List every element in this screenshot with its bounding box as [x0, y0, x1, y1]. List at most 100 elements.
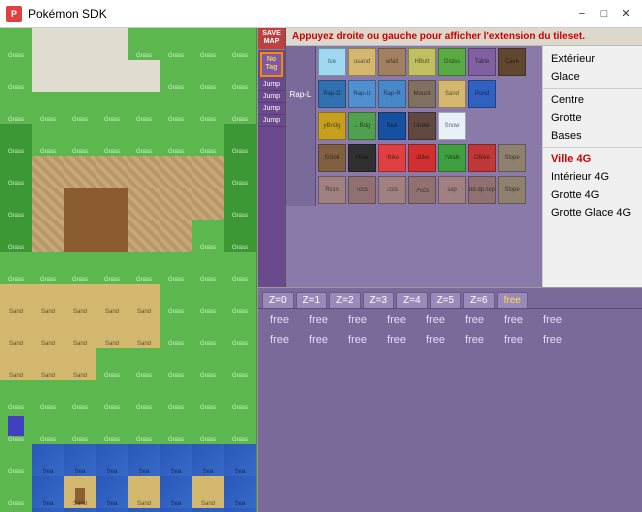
tile-0-2[interactable] — [64, 28, 96, 60]
tile-4-7[interactable]: Grass — [224, 156, 256, 188]
nav-item-6[interactable]: Intérieur 4G — [543, 168, 642, 186]
nav-item-3[interactable]: Grotte — [543, 109, 642, 127]
free-cell-1-1[interactable]: free — [301, 333, 336, 347]
tile-9-2[interactable]: Sand — [64, 316, 96, 348]
z-tab-free[interactable]: free — [497, 292, 528, 308]
tile-15-4[interactable]: Sea — [128, 508, 160, 512]
tile-4-0[interactable]: Grass — [0, 156, 32, 188]
tile-8-6[interactable]: Grass — [192, 284, 224, 316]
nav-item-8[interactable]: Grotte Glace 4G — [543, 204, 642, 222]
nav-item-2[interactable]: Centre — [543, 91, 642, 109]
tile-15-1[interactable]: Sea — [32, 508, 64, 512]
ts-tile-ccs[interactable]: ↓ccs — [378, 176, 406, 204]
tile-1-0[interactable]: Grass — [0, 60, 32, 92]
close-button[interactable]: ✕ — [616, 5, 636, 23]
tile-4-6[interactable] — [192, 156, 224, 188]
tile-14-5[interactable]: Sea — [160, 476, 192, 508]
tile-12-0[interactable]: Grass — [0, 412, 32, 444]
tile-14-1[interactable]: Sea — [32, 476, 64, 508]
tile-6-4[interactable] — [128, 220, 160, 252]
tile-5-3[interactable] — [96, 188, 128, 220]
tile-7-0[interactable]: Grass — [0, 252, 32, 284]
z-tab-2[interactable]: Z=2 — [329, 292, 361, 308]
z-tab-0[interactable]: Z=0 — [262, 292, 294, 308]
tile-0-5[interactable]: Grass — [160, 28, 192, 60]
tile-3-1[interactable]: Grass — [32, 124, 64, 156]
tile-14-4[interactable]: Sand — [128, 476, 160, 508]
ts-tile-ccs[interactable]: ↑ccs — [348, 176, 376, 204]
tile-5-1[interactable] — [32, 188, 64, 220]
ts-tile-wfall[interactable]: wfall — [378, 48, 406, 76]
z-tab-4[interactable]: Z=4 — [396, 292, 428, 308]
tile-10-4[interactable]: Grass — [128, 348, 160, 380]
tile-10-5[interactable]: Grass — [160, 348, 192, 380]
tile-11-7[interactable]: Grass — [224, 380, 256, 412]
ts-tile-bike[interactable]: ↑Bike — [378, 144, 406, 172]
tile-10-3[interactable]: Grass — [96, 348, 128, 380]
tile-8-4[interactable]: Sand — [128, 284, 160, 316]
tile-13-0[interactable]: Grass — [0, 444, 32, 476]
tile-7-1[interactable]: Grass — [32, 252, 64, 284]
tile-14-3[interactable]: Sea — [96, 476, 128, 508]
tile-12-1[interactable]: Grass — [32, 412, 64, 444]
tile-4-4[interactable] — [128, 156, 160, 188]
tile-3-7[interactable]: Grass — [224, 124, 256, 156]
free-cell-1-7[interactable]: free — [535, 333, 570, 347]
tile-15-2[interactable]: Sea — [64, 508, 96, 512]
nav-item-4[interactable]: Bases — [543, 127, 642, 145]
tile-2-1[interactable]: Grass — [32, 92, 64, 124]
tile-7-2[interactable]: Grass — [64, 252, 96, 284]
tile-0-6[interactable]: Grass — [192, 28, 224, 60]
tile-15-0[interactable]: Grass — [0, 508, 32, 512]
tile-1-4[interactable] — [128, 60, 160, 92]
free-cell-0-6[interactable]: free — [496, 313, 531, 327]
tile-2-6[interactable]: Grass — [192, 92, 224, 124]
tile-3-3[interactable]: Grass — [96, 124, 128, 156]
tile-6-3[interactable] — [96, 220, 128, 252]
tile-6-5[interactable] — [160, 220, 192, 252]
free-cell-1-2[interactable]: free — [340, 333, 375, 347]
ts-tile-hbutt[interactable]: HButt — [408, 48, 436, 76]
z-tab-3[interactable]: Z=3 — [363, 292, 395, 308]
z-tab-5[interactable]: Z=5 — [430, 292, 462, 308]
free-cell-1-0[interactable]: free — [262, 333, 297, 347]
tile-14-7[interactable]: Sea — [224, 476, 256, 508]
free-cell-0-5[interactable]: free — [457, 313, 492, 327]
tile-2-5[interactable]: Grass — [160, 92, 192, 124]
ts-tile-grass[interactable]: Grass — [438, 48, 466, 76]
tile-6-7[interactable]: Grass — [224, 220, 256, 252]
ts-tile-hole[interactable]: Hole — [348, 144, 376, 172]
tile-3-2[interactable]: Grass — [64, 124, 96, 156]
tile-11-2[interactable]: Grass — [64, 380, 96, 412]
tile-12-4[interactable]: Grass — [128, 412, 160, 444]
ts-tile-table[interactable]: Table — [468, 48, 496, 76]
z-tab-1[interactable]: Z=1 — [296, 292, 328, 308]
save-map-button[interactable]: SAVE MAP — [258, 28, 285, 50]
free-cell-1-6[interactable]: free — [496, 333, 531, 347]
nav-item-1[interactable]: Glace — [543, 68, 642, 86]
tile-12-5[interactable]: Grass — [160, 412, 192, 444]
tile-7-4[interactable]: Grass — [128, 252, 160, 284]
ts-tile-sxp[interactable]: sxp — [438, 176, 466, 204]
tile-3-5[interactable]: Grass — [160, 124, 192, 156]
tile-4-1[interactable] — [32, 156, 64, 188]
free-cell-1-5[interactable]: free — [457, 333, 492, 347]
tile-10-6[interactable]: Grass — [192, 348, 224, 380]
tile-10-2[interactable]: Sand — [64, 348, 96, 380]
tile-6-2[interactable] — [64, 220, 96, 252]
ts-tile-gsoil[interactable]: GSoil — [318, 144, 346, 172]
tilemap-canvas[interactable]: GrassGrassGrassGrassGrassGrassGrassGrass… — [0, 28, 258, 512]
tile-7-6[interactable]: Grass — [192, 252, 224, 284]
tile-13-2[interactable]: Sea — [64, 444, 96, 476]
tile-2-2[interactable]: Grass — [64, 92, 96, 124]
tile-0-7[interactable]: Grass — [224, 28, 256, 60]
tile-8-7[interactable]: Grass — [224, 284, 256, 316]
free-cell-0-0[interactable]: free — [262, 313, 297, 327]
tile-5-7[interactable]: Grass — [224, 188, 256, 220]
tile-1-1[interactable] — [32, 60, 64, 92]
ts-tile-snow[interactable]: Snow — [438, 112, 466, 140]
ts-tile-usand[interactable]: usand — [348, 48, 376, 76]
nav-item-7[interactable]: Grotte 4G — [543, 186, 642, 204]
tile-13-3[interactable]: Sea — [96, 444, 128, 476]
tile-12-6[interactable]: Grass — [192, 412, 224, 444]
